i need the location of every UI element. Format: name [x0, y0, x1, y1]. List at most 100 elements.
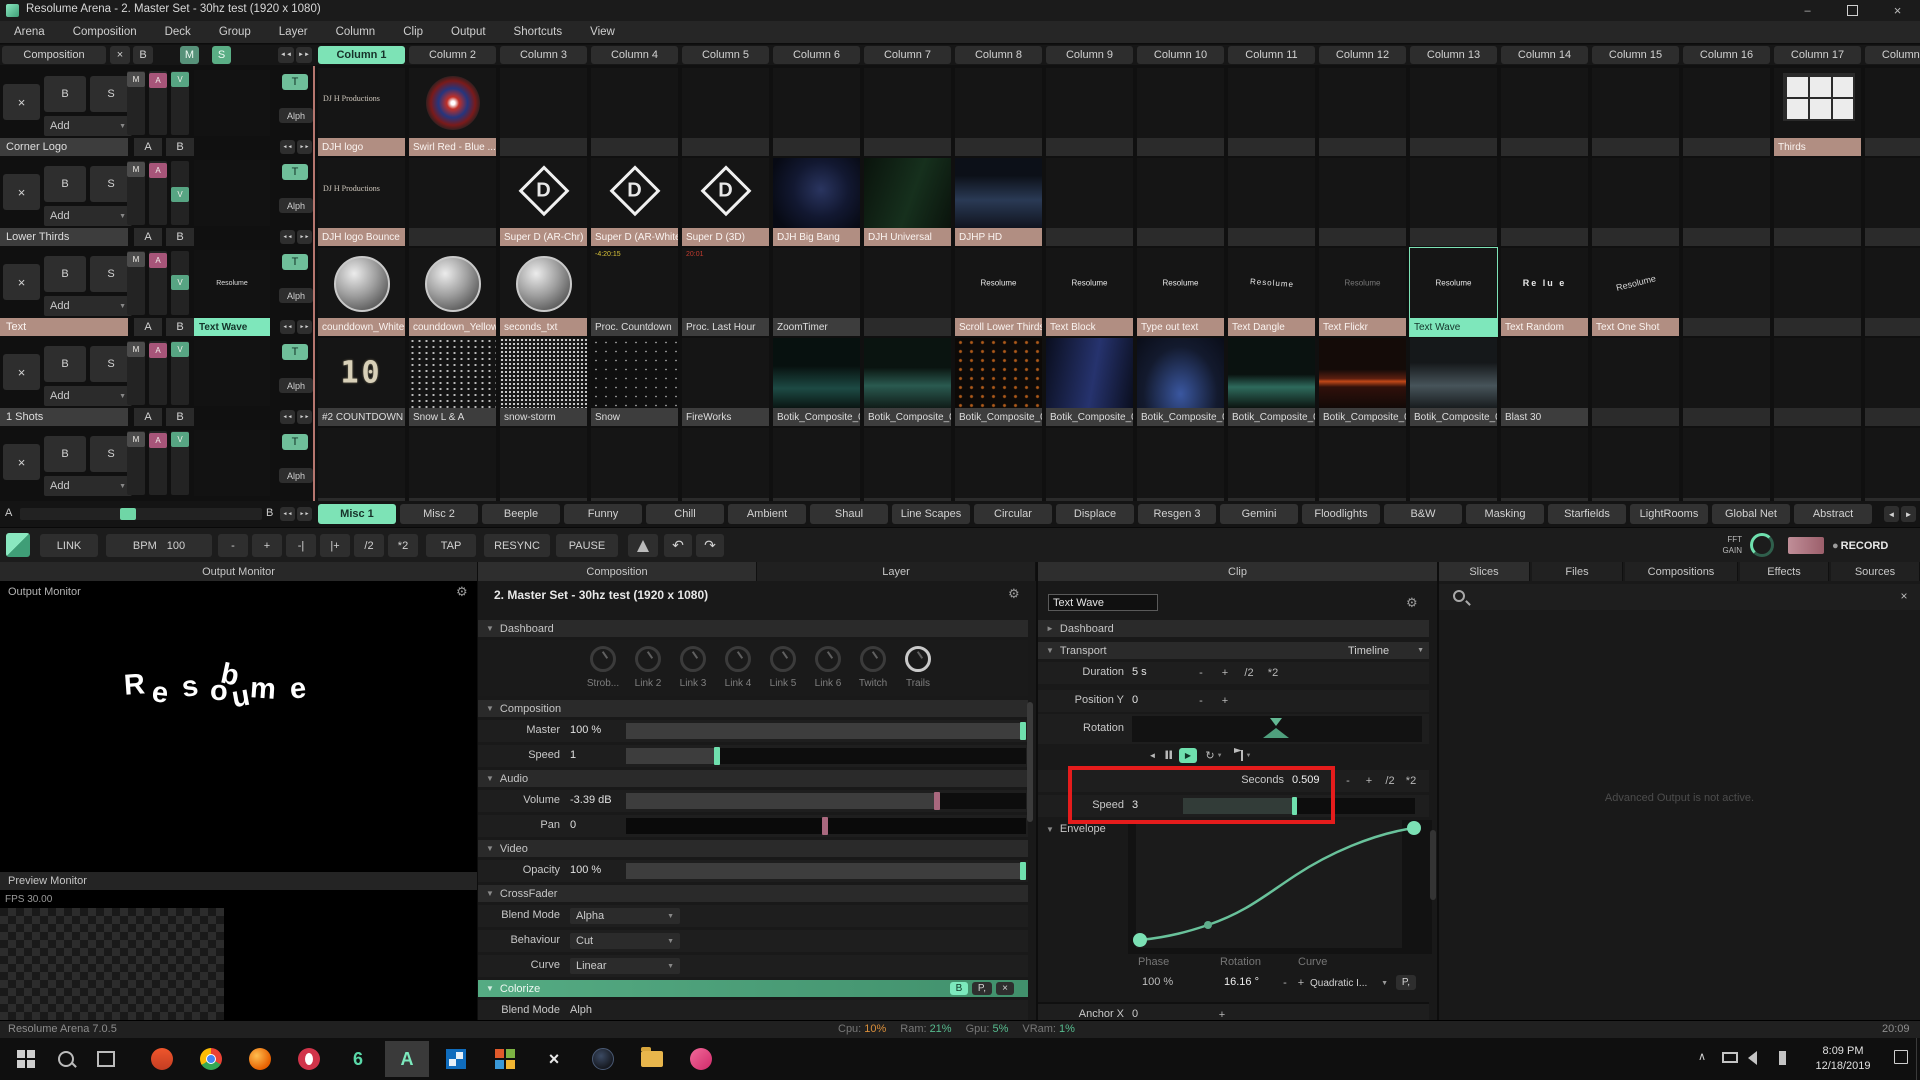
column-header-11[interactable]: Column 11: [1228, 46, 1315, 64]
clip-name[interactable]: DJHP HD: [955, 228, 1042, 246]
clip-thumbnail[interactable]: Re lu e: [1501, 248, 1588, 318]
clip-thumbnail[interactable]: [955, 158, 1042, 228]
clip-cell[interactable]: DJHP HD: [955, 158, 1042, 246]
menu-layer[interactable]: Layer: [265, 26, 322, 38]
clip-thumbnail[interactable]: Resolume: [1046, 248, 1133, 318]
taskbar-app-resolume[interactable]: A: [385, 1041, 429, 1077]
empty-clip-slot[interactable]: [1137, 228, 1224, 246]
layer-solo-button[interactable]: S: [90, 346, 132, 382]
layer-bypass-button[interactable]: B: [44, 346, 86, 382]
clip-cell[interactable]: counddown_Yellow: [409, 248, 496, 336]
tab-composition[interactable]: Composition: [478, 562, 757, 581]
composition-clear-button[interactable]: ×: [110, 46, 130, 64]
param-btn-[interactable]: -: [1190, 666, 1212, 680]
seconds-btn-3[interactable]: *2: [1401, 774, 1421, 788]
layer-crossfade-a[interactable]: A: [134, 318, 162, 336]
layer-m-slider[interactable]: M: [127, 161, 145, 225]
param-btn-2[interactable]: *2: [1262, 666, 1284, 680]
slider-handle[interactable]: [1020, 862, 1026, 880]
layer-solo-button[interactable]: S: [90, 166, 132, 202]
clip-name[interactable]: Proc. Last Hour: [682, 318, 769, 336]
clip-thumbnail[interactable]: [682, 338, 769, 408]
layer-clear-button[interactable]: ×: [3, 264, 40, 300]
clip-thumbnail[interactable]: [864, 338, 951, 408]
layer-m-slider[interactable]: M: [127, 71, 145, 135]
empty-clip-slot[interactable]: [955, 138, 1042, 156]
dashboard-knob-link5[interactable]: [770, 646, 796, 672]
taskbar-search-icon[interactable]: [50, 1043, 82, 1075]
clip-name[interactable]: Botik_Composite_02: [864, 408, 951, 426]
layer-transition-button[interactable]: T: [282, 254, 308, 270]
clip-thumbnail[interactable]: [409, 248, 496, 318]
clip-name[interactable]: Thirds: [1774, 138, 1861, 156]
layer-transition-button[interactable]: T: [282, 434, 308, 450]
clip-cell[interactable]: Botik_Composite_08: [1410, 338, 1497, 426]
empty-clip-slot[interactable]: [1865, 138, 1920, 156]
taskbar-app-store[interactable]: [434, 1041, 478, 1077]
deck-tab-funny[interactable]: Funny: [564, 504, 642, 524]
column-header-15[interactable]: Column 15: [1592, 46, 1679, 64]
clip-cell[interactable]: ResolumeText Dangle: [1228, 248, 1315, 336]
column-header-17[interactable]: Column 17: [1774, 46, 1861, 64]
clip-thumbnail[interactable]: [1410, 338, 1497, 408]
tap-button[interactable]: TAP: [426, 534, 476, 557]
clip-thumbnail[interactable]: Resolume: [1137, 248, 1224, 318]
clip-name[interactable]: Botik_Composite_01: [773, 408, 860, 426]
layer-clear-button[interactable]: ×: [3, 354, 40, 390]
clip-name[interactable]: Botik_Composite_08: [1410, 408, 1497, 426]
clip-thumbnail[interactable]: 20:01: [682, 248, 769, 318]
layer-v-slider-handle[interactable]: V: [171, 72, 189, 87]
envelope-preset-button[interactable]: P,: [1396, 975, 1416, 990]
layer-v-slider[interactable]: V: [171, 251, 189, 315]
bpm-btn-1[interactable]: +: [252, 534, 282, 557]
clip-cell[interactable]: FireWorks: [682, 338, 769, 426]
tray-speaker-icon[interactable]: [1748, 1051, 1764, 1065]
column-header-18[interactable]: Column 18: [1865, 46, 1920, 64]
empty-clip-slot[interactable]: [1683, 138, 1770, 156]
dashboard-knob-link3[interactable]: [680, 646, 706, 672]
layer-prev-clip-button[interactable]: ◄◄: [280, 230, 295, 244]
clip-thumbnail[interactable]: [409, 68, 496, 138]
layer-crossfade-a[interactable]: A: [134, 138, 162, 156]
clip-thumbnail[interactable]: [1319, 338, 1406, 408]
composition-color-swatch[interactable]: [6, 533, 30, 557]
clip-cell[interactable]: ResolumeType out text: [1137, 248, 1224, 336]
layer-name[interactable]: Corner Logo: [0, 138, 128, 156]
clip-cell[interactable]: seconds_txt: [500, 248, 587, 336]
layer-clear-button[interactable]: ×: [3, 174, 40, 210]
clip-name[interactable]: Botik_Composite_03: [955, 408, 1042, 426]
clip-cell[interactable]: snow-storm: [500, 338, 587, 426]
dashboard-knob-link2[interactable]: [635, 646, 661, 672]
slider-handle[interactable]: [934, 792, 940, 810]
clip-cell[interactable]: 10#2 COUNTDOWN: [318, 338, 405, 426]
clip-scrollbar[interactable]: [1430, 830, 1436, 900]
clip-name[interactable]: counddown_Yellow: [409, 318, 496, 336]
clip-cell[interactable]: 20:01Proc. Last Hour: [682, 248, 769, 336]
layer-bypass-button[interactable]: B: [44, 166, 86, 202]
envelope-curve-editor[interactable]: [1128, 820, 1432, 954]
link-button[interactable]: LINK: [40, 534, 98, 557]
column-header-1[interactable]: Column 1: [318, 46, 405, 64]
column-header-8[interactable]: Column 8: [955, 46, 1042, 64]
clip-thumbnail[interactable]: D: [500, 158, 587, 228]
layer-clear-button[interactable]: ×: [3, 84, 40, 120]
clip-name[interactable]: DJH logo Bounce: [318, 228, 405, 246]
layer-next-clip-button[interactable]: ►►: [297, 140, 312, 154]
slider-handle[interactable]: [822, 817, 828, 835]
layer-crossfade-b[interactable]: B: [166, 408, 194, 426]
column-header-5[interactable]: Column 5: [682, 46, 769, 64]
tab-effects[interactable]: Effects: [1740, 562, 1829, 581]
deck-tab-circular[interactable]: Circular: [974, 504, 1052, 524]
composition-gear-icon[interactable]: ⚙: [1008, 586, 1024, 602]
rotation-widget[interactable]: [1132, 716, 1422, 742]
layer-name[interactable]: Lower Thirds: [0, 228, 128, 246]
layer-m-slider-handle[interactable]: M: [127, 162, 145, 177]
clip-cell[interactable]: ResolumeText Block: [1046, 248, 1133, 336]
param-slider[interactable]: [626, 748, 1026, 764]
tray-pc-icon[interactable]: [1722, 1052, 1738, 1063]
layer-transition-button[interactable]: T: [282, 344, 308, 360]
deck-next-button[interactable]: ►►: [297, 507, 312, 521]
section-dashboard[interactable]: ▼Dashboard: [478, 620, 1028, 637]
layer-name[interactable]: Text: [0, 318, 128, 336]
clip-thumbnail[interactable]: [1137, 338, 1224, 408]
